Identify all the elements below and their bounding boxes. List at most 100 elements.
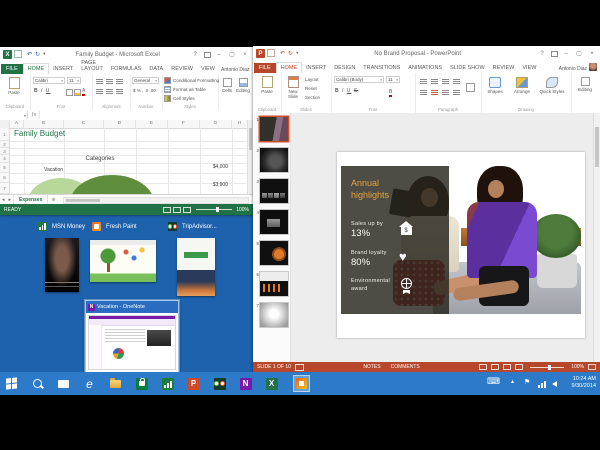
align-left-icon[interactable]: [96, 89, 103, 94]
excel-button[interactable]: X: [265, 377, 278, 390]
touch-keyboard-icon[interactable]: ⌨: [487, 376, 500, 387]
tray-clock[interactable]: 10:24 AM 9/30/2014: [572, 376, 596, 390]
cells-button[interactable]: Cells: [220, 78, 234, 93]
display-settings-icon[interactable]: [295, 364, 304, 371]
excel-tab-review[interactable]: REVIEW: [167, 64, 197, 74]
app-label-msn-money[interactable]: MSN Money: [38, 222, 85, 231]
redo-button[interactable]: ↻: [288, 51, 293, 57]
vertical-scrollbar[interactable]: [593, 113, 600, 362]
font-style-buttons[interactable]: B I U: [34, 88, 50, 94]
ppt-tab-animations[interactable]: ANIMATIONS: [404, 63, 446, 73]
account-name[interactable]: Antonio Diaz: [559, 66, 587, 72]
shapes-button[interactable]: Shapes: [483, 77, 507, 94]
file-explorer-button[interactable]: [109, 377, 122, 390]
fit-slide-button[interactable]: [588, 364, 596, 370]
help-button[interactable]: ?: [537, 49, 547, 59]
horizontal-scrollbar[interactable]: [63, 197, 249, 204]
slide-photo[interactable]: Annual highlights Sales up by 13% $ Bran…: [341, 166, 581, 314]
cell-value-4000[interactable]: $4,000: [198, 164, 228, 170]
formula-input[interactable]: [39, 111, 253, 119]
zoom-slider[interactable]: [196, 209, 232, 210]
cell-value-3900[interactable]: $3,900: [198, 182, 228, 188]
ribbon-display-options-button[interactable]: [550, 49, 558, 59]
close-button[interactable]: ×: [240, 50, 250, 60]
volume-icon[interactable]: [552, 381, 557, 387]
excel-tab-formulas[interactable]: FORMULAS: [107, 64, 146, 74]
ppt-tab-insert[interactable]: INSERT: [302, 63, 330, 73]
internet-explorer-button[interactable]: e: [83, 377, 96, 390]
help-button[interactable]: ?: [190, 50, 200, 60]
name-box[interactable]: ▾: [0, 111, 28, 119]
editing-button[interactable]: Editing: [235, 78, 251, 93]
section-button[interactable]: Section: [305, 95, 320, 100]
align-middle-icon[interactable]: [106, 79, 113, 84]
merge-center-icon[interactable]: [116, 89, 123, 94]
ppt-tab-view[interactable]: VIEW: [518, 63, 540, 73]
borders-icon[interactable]: [66, 89, 73, 96]
zoom-level[interactable]: 100%: [236, 207, 249, 213]
qat-customize-button[interactable]: ▾: [296, 51, 298, 56]
font-color-icon[interactable]: A: [82, 88, 85, 96]
msn-money-button[interactable]: [161, 377, 174, 390]
qat-customize-button[interactable]: ▾: [43, 52, 45, 57]
sheet-area[interactable]: A B C D E F G H 1 2 3 4 5 6 7: [0, 120, 253, 194]
powerpoint-button[interactable]: P: [187, 377, 200, 390]
excel-tab-page-layout[interactable]: PAGE LAYOUT: [77, 58, 107, 74]
app-label-tripadvisor[interactable]: TripAdvisor...: [168, 222, 217, 231]
align-center-icon[interactable]: [106, 89, 113, 94]
arrange-button[interactable]: Arrange: [509, 77, 535, 94]
windows-store-button[interactable]: [135, 377, 148, 390]
scrollbar-thumb[interactable]: [595, 127, 599, 167]
conditional-formatting-button[interactable]: Conditional Formatting: [164, 77, 219, 84]
tripadvisor-preview[interactable]: [177, 238, 215, 296]
editing-button[interactable]: Editing: [574, 77, 596, 92]
bullets-icon[interactable]: [420, 79, 427, 84]
font-color-icon[interactable]: B: [389, 89, 392, 97]
new-sheet-button[interactable]: ⊕: [48, 197, 58, 203]
normal-view-button[interactable]: [479, 364, 487, 370]
restore-button[interactable]: ▢: [574, 49, 584, 59]
undo-button[interactable]: ↶: [280, 51, 285, 57]
show-desktop-button[interactable]: [57, 377, 70, 390]
tray-expand-icon[interactable]: ▴: [511, 378, 514, 385]
close-button[interactable]: ×: [587, 49, 597, 59]
align-top-icon[interactable]: [96, 79, 103, 84]
tripadvisor-button[interactable]: [213, 377, 226, 390]
numbering-icon[interactable]: [431, 79, 438, 84]
zoom-slider-thumb[interactable]: [216, 207, 219, 212]
slide-thumbnail-7[interactable]: [260, 303, 288, 327]
save-button[interactable]: [267, 49, 275, 57]
msn-money-preview[interactable]: [45, 238, 79, 292]
slide-thumbnail-5[interactable]: [260, 241, 288, 265]
slide-canvas[interactable]: Annual highlights Sales up by 13% $ Bran…: [337, 152, 585, 338]
paste-button[interactable]: Paste: [257, 76, 277, 94]
select-all-corner[interactable]: [0, 120, 10, 128]
slide-thumbnail-1[interactable]: [260, 117, 288, 141]
format-as-table-button[interactable]: Format as Table: [164, 86, 206, 93]
slide-thumbnail-6[interactable]: [260, 272, 288, 296]
start-button[interactable]: [5, 377, 18, 390]
zoom-level[interactable]: 100%: [571, 364, 584, 370]
normal-view-button[interactable]: [163, 207, 171, 213]
indent-icon[interactable]: [442, 79, 449, 84]
ppt-tab-review[interactable]: REVIEW: [489, 63, 519, 73]
scrollbar-thumb[interactable]: [249, 128, 252, 150]
ppt-tab-design[interactable]: DESIGN: [330, 63, 359, 73]
line-spacing-icon[interactable]: [453, 79, 460, 84]
area-chart[interactable]: [24, 175, 164, 194]
quick-styles-button[interactable]: Quick Styles: [537, 77, 567, 94]
search-button[interactable]: [31, 377, 44, 390]
account-avatar[interactable]: [589, 63, 597, 71]
paste-button[interactable]: Paste: [4, 77, 24, 95]
restore-button[interactable]: ▢: [227, 50, 237, 60]
onenote-preview-titlebar[interactable]: N Vacation - OneNote: [86, 301, 178, 313]
cell-family-budget[interactable]: Family Budget: [14, 129, 65, 138]
slide-thumbnail-2[interactable]: [260, 148, 288, 172]
app-label-fresh-paint[interactable]: Fresh Paint: [92, 222, 137, 231]
chart-title[interactable]: Categories: [64, 156, 136, 162]
ppt-tab-slideshow[interactable]: SLIDE SHOW: [446, 63, 489, 73]
ribbon-display-options-button[interactable]: [203, 50, 211, 60]
font-style-buttons[interactable]: B I U S: [335, 88, 358, 94]
font-name-select[interactable]: Calibri▾: [33, 77, 65, 84]
new-slide-button[interactable]: New Slide: [283, 76, 303, 99]
